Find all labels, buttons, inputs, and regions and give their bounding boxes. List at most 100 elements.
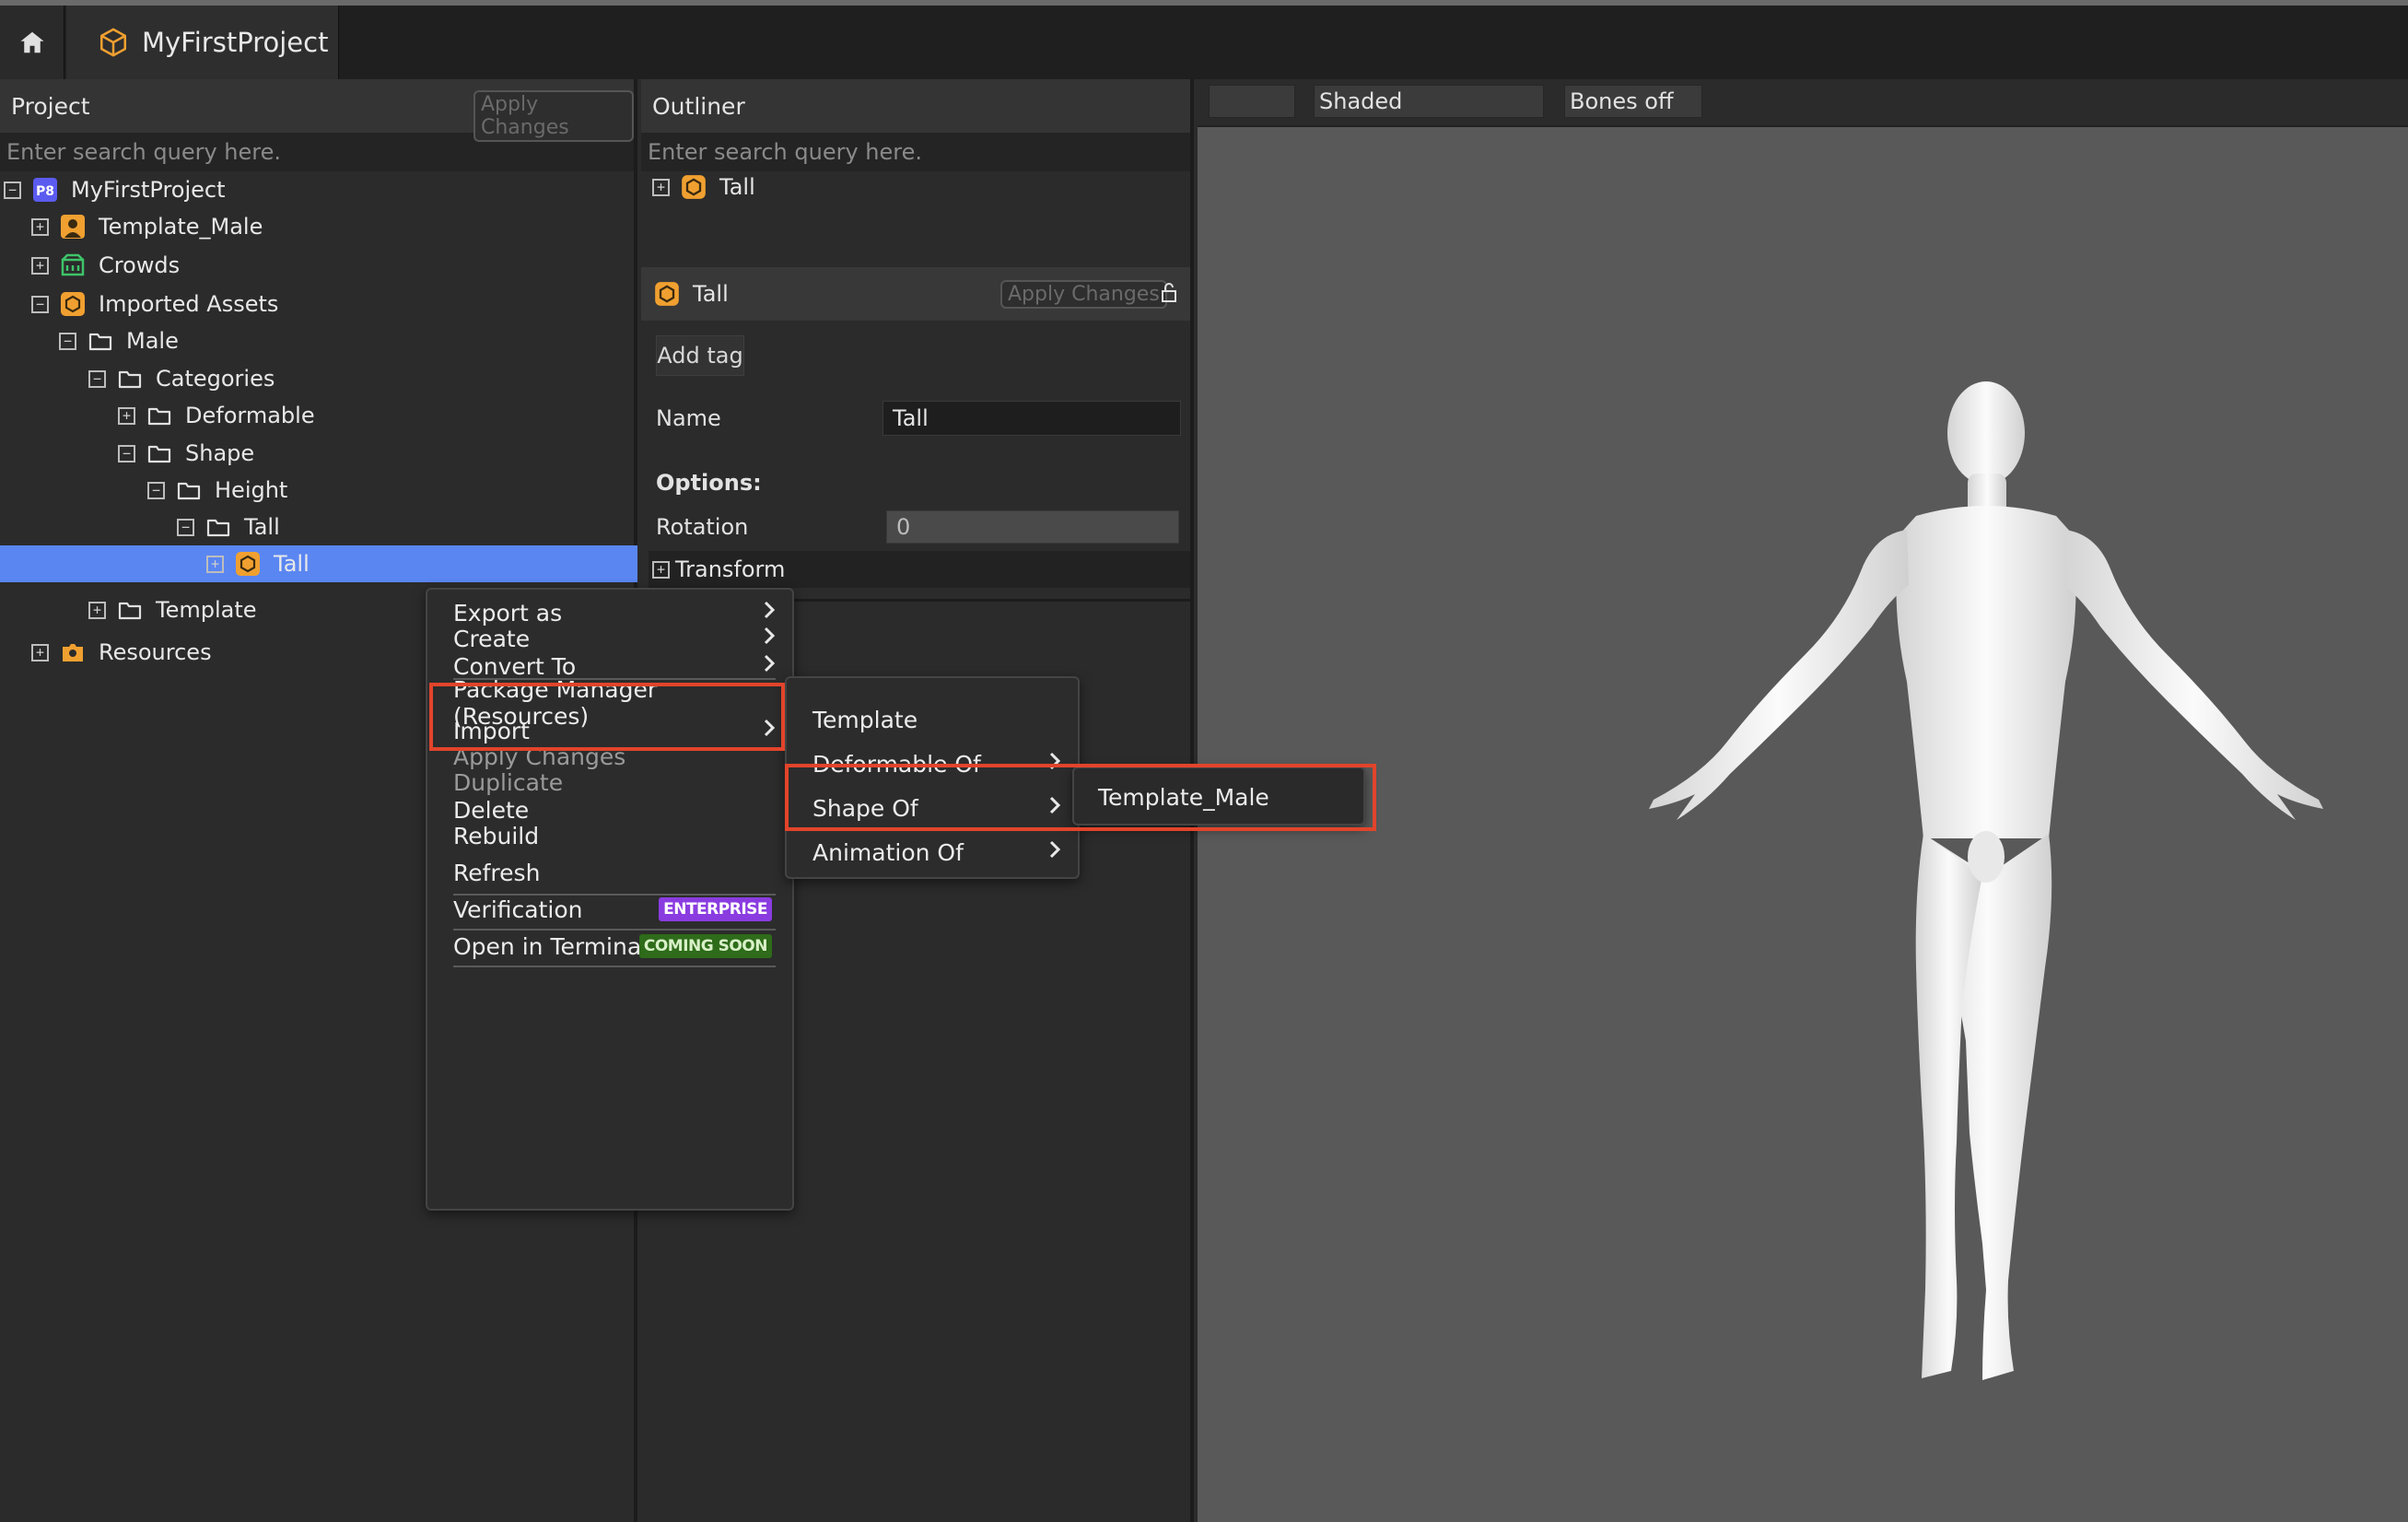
outliner-header: Outliner (641, 79, 1190, 133)
expand-plus-icon[interactable]: + (206, 555, 224, 573)
tab-title: MyFirstProject (142, 27, 329, 58)
menu-separator (453, 929, 776, 931)
chevron-right-icon (1048, 839, 1061, 865)
coming-soon-badge: COMING SOON (638, 934, 772, 958)
transform-label: Transform (675, 556, 786, 582)
resources-icon (60, 639, 86, 665)
tree-item-label: Resources (99, 639, 212, 665)
collapse-minus-icon[interactable]: − (118, 444, 135, 462)
folder-icon (117, 597, 143, 623)
tree-item[interactable]: − Imported Assets (0, 286, 637, 322)
menu-item-label: Refresh (453, 859, 541, 886)
transform-section[interactable]: + Transform (649, 551, 1190, 588)
tab-project[interactable]: MyFirstProject (66, 6, 339, 79)
expand-plus-icon[interactable]: + (118, 406, 135, 425)
crowds-icon (60, 252, 86, 278)
expand-plus-icon[interactable]: + (88, 601, 106, 619)
highlight-convert-to (429, 683, 785, 751)
expand-plus-icon[interactable]: + (31, 256, 49, 275)
menu-item-label: Open in Terminal (453, 932, 649, 960)
expand-plus-icon[interactable]: + (652, 560, 670, 579)
tree-item[interactable]: − P8 MyFirstProject (0, 171, 637, 208)
add-tag-button[interactable]: Add tag (656, 335, 744, 376)
rotation-field[interactable]: 0 (886, 510, 1179, 544)
context-menu: Export as Create Convert To Package Manager… (426, 588, 794, 1211)
outliner-item[interactable]: + Tall (652, 171, 755, 203)
folder-icon (146, 403, 172, 428)
tree-item-label: Height (215, 477, 288, 503)
collapse-minus-icon[interactable]: − (31, 295, 49, 313)
home-icon (20, 31, 43, 53)
menu-separator (453, 678, 776, 680)
tree-item[interactable]: + Tall (0, 545, 637, 582)
tree-item-label: Imported Assets (99, 291, 279, 317)
tree-item-label: Crowds (99, 252, 181, 278)
rotation-label: Rotation (656, 514, 749, 540)
expand-plus-icon[interactable]: + (652, 178, 670, 196)
name-field[interactable]: Tall (883, 401, 1181, 436)
template-person-icon (60, 214, 86, 240)
menu-separator (453, 894, 776, 896)
tree-item[interactable]: − Categories (0, 360, 637, 397)
project-p8-icon: P8 (32, 177, 58, 203)
menu-item-open-in-terminal[interactable]: Open in Terminal COMING SOON (427, 925, 792, 967)
expand-plus-icon[interactable]: + (31, 643, 49, 661)
tree-item-label: Template_Male (99, 214, 263, 240)
collapse-minus-icon[interactable]: − (4, 181, 21, 199)
collapse-minus-icon[interactable]: − (147, 481, 165, 499)
lock-icon[interactable] (1161, 282, 1177, 310)
shading-select[interactable]: Shaded (1314, 85, 1544, 118)
submenu-item-label: Template (812, 706, 918, 733)
imported-assets-icon (60, 291, 86, 317)
expand-plus-icon[interactable]: + (31, 217, 49, 236)
folder-icon (146, 440, 172, 466)
shape-asset-icon (235, 551, 261, 577)
tree-item-label: Categories (156, 366, 275, 392)
human-model[interactable] (1640, 378, 2340, 1400)
tree-item-label: MyFirstProject (71, 177, 226, 203)
project-panel-title: Project (11, 92, 90, 120)
bones-toggle[interactable]: Bones off (1564, 85, 1702, 118)
svg-text:P8: P8 (36, 184, 54, 199)
tree-item[interactable]: − Male (0, 322, 637, 359)
options-heading: Options: (656, 470, 762, 496)
inspector-apply-changes-button[interactable]: Apply Changes (1000, 280, 1167, 309)
inspector-header: Tall Apply Changes (641, 267, 1190, 321)
inspector-title: Tall (693, 281, 729, 307)
folder-icon (205, 514, 231, 540)
submenu-item-animation-of[interactable]: Animation Of (787, 831, 1078, 873)
outliner-search-input[interactable]: Enter search query here. (641, 133, 1190, 171)
enterprise-badge: ENTERPRISE (659, 897, 772, 921)
menu-item-label: Rebuild (453, 822, 540, 849)
tree-item-label: Deformable (185, 403, 315, 428)
name-label: Name (656, 405, 721, 431)
menu-separator (453, 966, 776, 967)
tree-item-label: Male (126, 328, 179, 354)
outliner-title: Outliner (652, 92, 745, 120)
project-apply-changes-button[interactable]: Apply Changes (473, 90, 634, 142)
highlight-shape-of (785, 764, 1376, 831)
collapse-minus-icon[interactable]: − (88, 369, 106, 388)
collapse-minus-icon[interactable]: − (177, 518, 194, 536)
tree-item[interactable]: + Crowds (0, 247, 637, 284)
submenu-item-template[interactable]: Template (787, 698, 1078, 741)
shape-asset-icon (654, 281, 680, 307)
tree-item-label: Tall (244, 514, 280, 540)
submenu-item-label: Animation Of (812, 838, 964, 866)
menu-item-label: Verification (453, 896, 583, 923)
tab-bar (0, 6, 2408, 79)
tree-item[interactable]: + Template_Male (0, 208, 637, 245)
outliner-item-label: Tall (719, 174, 755, 200)
tree-item[interactable]: − Shape (0, 435, 637, 472)
tree-item-label: Template (156, 597, 257, 623)
camera-select[interactable] (1209, 85, 1295, 118)
folder-icon (88, 328, 113, 354)
tree-item[interactable]: + Deformable (0, 397, 637, 434)
home-button[interactable] (0, 6, 64, 79)
collapse-minus-icon[interactable]: − (59, 332, 76, 350)
shape-asset-icon (681, 174, 707, 200)
chevron-right-icon (763, 653, 776, 679)
cube-icon (99, 28, 127, 57)
tree-item[interactable]: − Height (0, 472, 637, 509)
tree-item[interactable]: − Tall (0, 509, 637, 545)
